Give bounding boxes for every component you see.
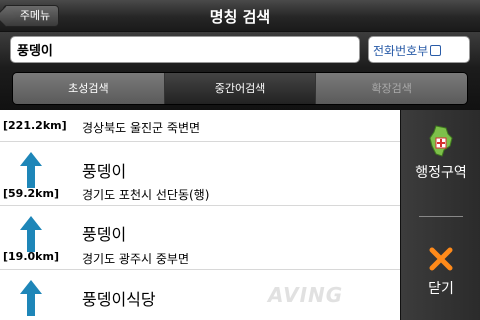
distance-label: [19.0km]	[3, 250, 59, 263]
tab-middle-word[interactable]: 중간어검색	[164, 73, 317, 104]
divider	[419, 216, 463, 217]
distance-label: [221.2km]	[3, 119, 67, 132]
direction-arrow-icon	[20, 280, 42, 316]
address-label: 경기도 광주시 중부면	[82, 252, 189, 266]
phonebook-toggle[interactable]: 전화번호부	[368, 36, 470, 63]
place-name: 풍뎅이	[82, 225, 127, 244]
region-button[interactable]: 행정구역	[401, 124, 480, 182]
search-bar: 전화번호부	[0, 32, 480, 68]
close-button[interactable]: 닫기	[401, 246, 480, 298]
list-item[interactable]: [59.2km] 풍뎅이 경기도 포천시 선단동(행)	[0, 142, 400, 206]
distance-label: [59.2km]	[3, 187, 59, 200]
tab-initial-consonant[interactable]: 초성검색	[13, 73, 165, 104]
place-name: 풍뎅이	[82, 162, 127, 181]
place-name: 풍뎅이식당	[82, 290, 156, 309]
direction-arrow-icon	[20, 216, 42, 252]
checkbox-icon	[430, 45, 442, 56]
address-label: 경기도 포천시 선단동(행)	[82, 188, 210, 202]
page-title: 명칭 검색	[209, 8, 271, 26]
title-bar: 주메뉴 명칭 검색	[0, 0, 480, 32]
search-mode-bar: 초성검색 중간어검색 확장검색	[0, 68, 480, 110]
close-icon	[429, 247, 453, 271]
phonebook-toggle-label: 전화번호부	[373, 44, 429, 58]
region-map-icon	[429, 125, 453, 157]
close-button-label: 닫기	[428, 281, 454, 297]
side-panel: 행정구역 닫기	[400, 110, 480, 320]
tab-extended[interactable]: 확장검색	[316, 73, 467, 104]
address-label: 경상북도 울진군 죽변면	[82, 121, 201, 135]
list-item[interactable]: [221.2km] 경상북도 울진군 죽변면	[0, 110, 400, 142]
watermark: AVING	[268, 283, 344, 307]
search-input[interactable]	[10, 36, 360, 63]
direction-arrow-icon	[20, 152, 42, 188]
region-button-label: 행정구역	[415, 165, 467, 181]
search-mode-tabs: 초성검색 중간어검색 확장검색	[12, 72, 468, 105]
list-item[interactable]: [19.0km] 풍뎅이 경기도 광주시 중부면	[0, 206, 400, 270]
